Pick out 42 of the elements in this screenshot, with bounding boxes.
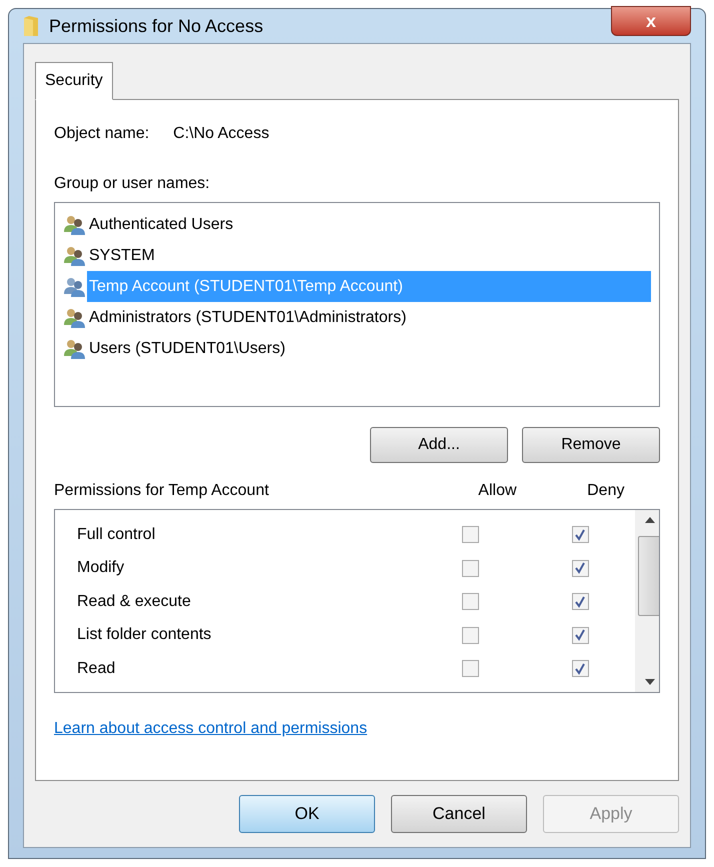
checkbox[interactable]: [462, 593, 478, 610]
permission-name: Full control: [76, 524, 156, 545]
checkbox[interactable]: [572, 526, 588, 544]
dialog-button[interactable]: Cancel: [391, 795, 527, 833]
group-list-label: Group or user names:: [54, 174, 211, 194]
object-name-label: Object name:: [54, 124, 150, 144]
users-icon: [63, 214, 87, 236]
tab[interactable]: Security: [35, 62, 113, 100]
permissions-label: Permissions for Temp Account: [54, 481, 270, 501]
column-header: Allow: [477, 481, 518, 501]
group-list-item[interactable]: Authenticated Users: [87, 209, 236, 240]
checkbox[interactable]: [462, 660, 478, 678]
checkbox[interactable]: [572, 560, 588, 577]
permission-name: Read & execute: [76, 592, 192, 612]
users-icon: [63, 306, 87, 328]
permission-name: Modify: [76, 558, 126, 578]
checkbox[interactable]: [572, 660, 588, 678]
checkbox[interactable]: [462, 626, 478, 644]
scrollbar[interactable]: [635, 510, 659, 692]
checkbox[interactable]: [462, 560, 478, 577]
group-list-item[interactable]: Users (STUDENT01\Users): [87, 333, 288, 364]
list-button[interactable]: Add...: [370, 427, 508, 463]
permission-name: List folder contents: [76, 625, 212, 646]
checkbox[interactable]: [462, 526, 478, 544]
users-icon: [63, 244, 87, 266]
group-list-item[interactable]: SYSTEM: [87, 240, 157, 271]
group-list-item[interactable]: Administrators (STUDENT01\Administrators): [87, 302, 408, 333]
checkbox[interactable]: [572, 593, 588, 610]
help-link[interactable]: Learn about access control and permissions: [54, 717, 368, 741]
close-button[interactable]: x: [611, 6, 691, 36]
column-header: Deny: [586, 481, 626, 501]
dialog-button[interactable]: OK: [239, 795, 375, 833]
folder-icon: [23, 15, 39, 37]
list-button[interactable]: Remove: [522, 427, 660, 463]
users-icon: [63, 276, 87, 298]
users-icon: [63, 338, 87, 360]
window-title: Permissions for No Access: [49, 14, 264, 38]
scroll-down-icon[interactable]: [645, 678, 655, 686]
object-name-value: C:\No Access: [173, 124, 270, 144]
scroll-up-icon[interactable]: [645, 516, 655, 524]
permission-name: Read: [76, 658, 116, 679]
checkbox[interactable]: [572, 626, 588, 644]
